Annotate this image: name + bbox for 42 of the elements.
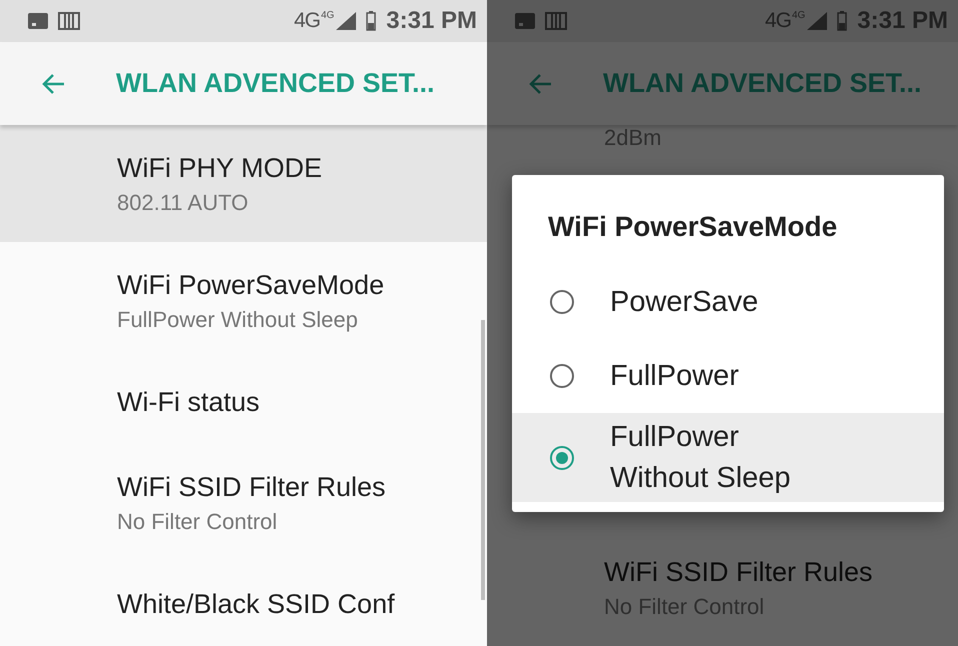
sim-card-icon	[58, 12, 80, 30]
back-arrow-icon	[42, 72, 66, 94]
network-type: 4G	[764, 9, 791, 33]
signal-icon	[807, 12, 828, 30]
toolbar-title: WLAN ADVENCED SET...	[603, 68, 922, 99]
item-title: White/Black SSID Conf	[117, 589, 396, 620]
option-label: FullPower	[610, 358, 740, 394]
toolbar-title: WLAN ADVENCED SET...	[116, 68, 435, 99]
sim-card-icon	[545, 12, 567, 30]
dialog-title: WiFi PowerSaveMode	[547, 211, 838, 244]
item-title: Wi-Fi status	[117, 387, 261, 418]
settings-item[interactable]: WiFi PowerSaveMode FullPower Without Sleep	[0, 242, 487, 359]
option-label: FullPower Without Sleep	[610, 420, 792, 496]
item-title: WiFi PowerSaveMode	[117, 270, 386, 301]
back-arrow-icon	[529, 72, 553, 94]
item-title: WiFi SSID Filter Rules	[117, 472, 387, 503]
image-icon	[515, 13, 535, 29]
item-title: WiFi PHY MODE	[117, 153, 324, 184]
settings-item[interactable]: Wi-Fi status	[0, 359, 487, 444]
item-summary: FullPower Without Sleep	[117, 307, 359, 333]
battery-icon	[837, 11, 848, 31]
dialog-option[interactable]: FullPower	[512, 339, 944, 413]
network-type: 4G	[294, 9, 320, 33]
network-superscript-label: 4G	[792, 10, 806, 21]
dialog-option[interactable]: PowerSave	[512, 265, 944, 339]
clock-time: 3:31 PM	[386, 7, 477, 35]
item-title: WiFi SSID Filter Rules	[604, 557, 874, 588]
network-superscript-label: 4G	[320, 10, 334, 21]
option-label: PowerSave	[610, 284, 760, 320]
battery-icon	[366, 11, 376, 31]
radio-button[interactable]	[550, 290, 574, 314]
radio-button[interactable]	[550, 446, 574, 470]
dialog-option[interactable]: FullPower Without Sleep	[512, 413, 944, 502]
item-summary: No Filter Control	[117, 509, 278, 535]
signal-icon	[336, 12, 356, 30]
clock-time: 3:31 PM	[857, 7, 948, 35]
radio-button[interactable]	[550, 364, 574, 388]
image-icon	[28, 13, 48, 29]
settings-item[interactable]: WiFi SSID Filter Rules No Filter Control	[0, 444, 487, 561]
settings-item[interactable]: WiFi PHY MODE 802.11 AUTO	[0, 125, 487, 242]
settings-item[interactable]: White/Black SSID Conf	[0, 561, 487, 646]
item-summary: 802.11 AUTO	[117, 190, 250, 216]
